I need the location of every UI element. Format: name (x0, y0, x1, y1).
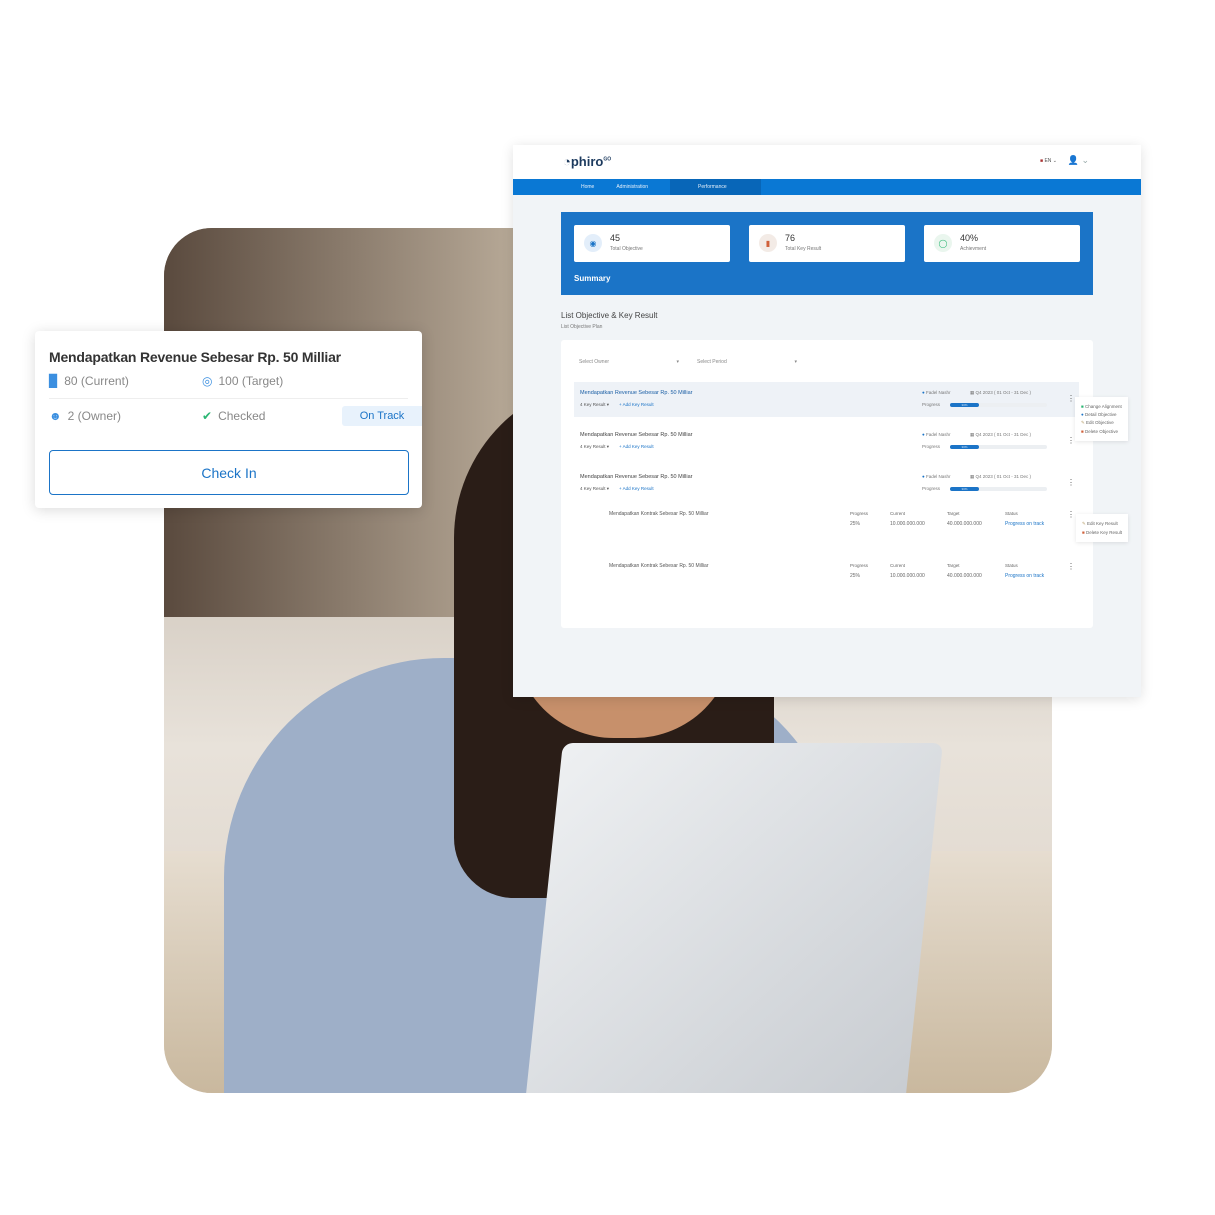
objective-list: Select Owner ▾ Select Period ▾ Mendapatkan… (561, 340, 1093, 628)
key-result-toggle[interactable]: 4 Key Result ▾ + Add Key Result (580, 486, 654, 492)
laptop (525, 743, 943, 1093)
key-result-row[interactable]: Mendapatkan Kontrak Sebesar Rp. 50 Milli… (574, 559, 1079, 599)
menu-change-alignment[interactable]: ■ Change Alignment (1081, 404, 1122, 409)
add-key-result-link[interactable]: + Add Key Result (619, 486, 654, 491)
period-select[interactable]: Select Period ▾ (697, 359, 797, 365)
key-result-toggle[interactable]: 4 Key Result ▾ + Add Key Result (580, 402, 654, 408)
list-title: List Objective & Key Result (561, 311, 658, 320)
language-select[interactable]: ■ EN ⌄ (1040, 158, 1057, 164)
progress-ring-icon: ◯ (934, 234, 952, 252)
card-title: Mendapatkan Revenue Sebesar Rp. 50 Milli… (49, 349, 341, 365)
stat-total-objective: ◉ 45 Total Objective (574, 225, 730, 262)
nav-home[interactable]: Home (581, 184, 594, 190)
objective-title[interactable]: Mendapatkan Revenue Sebesar Rp. 50 Milli… (580, 390, 693, 396)
owner: ● Fadel Nashr (922, 390, 951, 395)
objective-card: Mendapatkan Revenue Sebesar Rp. 50 Milli… (35, 331, 422, 508)
owner-select[interactable]: Select Owner ▾ (579, 359, 679, 365)
calendar-icon: ▦ (970, 390, 975, 395)
menu-edit-key-result[interactable]: ✎ Edit Key Result (1082, 521, 1122, 527)
list-subtitle: List Objective Plan (561, 324, 603, 330)
more-icon[interactable]: ⋮ (1067, 562, 1075, 571)
user-menu[interactable]: 👤 ⌄ (1068, 155, 1089, 166)
objective-row[interactable]: Mendapatkan Revenue Sebesar Rp. 50 Milli… (574, 382, 1079, 417)
key-result-context-menu: ✎ Edit Key Result ■ Delete Key Result (1076, 514, 1129, 542)
objective-row[interactable]: Mendapatkan Revenue Sebesar Rp. 50 Milli… (574, 466, 1079, 501)
owner: ● Fadel Nashr (922, 474, 951, 479)
check-in-button[interactable]: Check In (49, 450, 409, 495)
target-value: 100 (Target) (218, 374, 284, 388)
checked-status: Checked (218, 409, 266, 423)
more-icon[interactable]: ⋮ (1067, 510, 1075, 519)
progress-bar: 30% (950, 445, 1047, 449)
menu-edit-objective[interactable]: ✎ Edit Objective (1081, 420, 1122, 426)
more-icon[interactable]: ⋮ (1067, 436, 1075, 445)
logo[interactable]: ◔phiroGO (563, 154, 611, 169)
calendar-icon: ▦ (970, 474, 975, 479)
key-result-row[interactable]: Mendapatkan Kontrak Sebesar Rp. 50 Milli… (574, 507, 1079, 547)
target-icon: ◎ (202, 374, 213, 388)
add-key-result-link[interactable]: + Add Key Result (619, 444, 654, 449)
menu-delete-key-result[interactable]: ■ Delete Key Result (1082, 530, 1122, 535)
summary-title: Summary (574, 274, 611, 283)
period: ▦ Q4 2023 ( 01 Oct - 31 Dec ) (970, 390, 1032, 395)
user-icon: ☻ (49, 409, 62, 423)
objective-context-menu: ■ Change Alignment ● Detail Objective ✎ … (1075, 397, 1128, 441)
objective-title[interactable]: Mendapatkan Revenue Sebesar Rp. 50 Milli… (580, 432, 693, 438)
dashboard-window: ◔phiroGO ■ EN ⌄ 👤 ⌄ Home Administration … (513, 145, 1141, 697)
check-circle-icon: ✔ (202, 409, 213, 423)
period: ▦ Q4 2023 ( 01 Oct - 31 Dec ) (970, 474, 1032, 479)
owner-count: 2 (Owner) (67, 409, 121, 423)
nav-administration[interactable]: Administration (616, 184, 648, 190)
objective-title[interactable]: Mendapatkan Revenue Sebesar Rp. 50 Milli… (580, 474, 693, 480)
key-result-toggle[interactable]: 4 Key Result ▾ + Add Key Result (580, 444, 654, 450)
stat-total-key-result: ▮ 76 Total Key Result (749, 225, 905, 262)
user-icon: ● (922, 474, 925, 479)
current-value: 80 (Current) (64, 374, 129, 388)
progress-bar: 30% (950, 487, 1047, 491)
calendar-icon: ▦ (970, 432, 975, 437)
bar-chart-icon: ▉ (49, 374, 59, 388)
more-icon[interactable]: ⋮ (1067, 394, 1075, 403)
add-key-result-link[interactable]: + Add Key Result (619, 402, 654, 407)
flag-icon: ■ (1040, 158, 1044, 164)
period: ▦ Q4 2023 ( 01 Oct - 31 Dec ) (970, 432, 1032, 437)
nav-performance[interactable]: Performance (670, 179, 761, 195)
bar-chart-icon: ▮ (759, 234, 777, 252)
main-nav: Home Administration Performance (513, 179, 1141, 195)
progress-bar: 30% (950, 403, 1047, 407)
user-icon: ● (922, 390, 925, 395)
menu-delete-objective[interactable]: ■ Delete Objective (1081, 429, 1122, 434)
target-icon: ◉ (584, 234, 602, 252)
objective-row[interactable]: Mendapatkan Revenue Sebesar Rp. 50 Milli… (574, 424, 1079, 459)
more-icon[interactable]: ⋮ (1067, 478, 1075, 487)
user-icon: 👤 (1067, 155, 1079, 165)
user-icon: ● (922, 432, 925, 437)
status-badge: On Track (342, 406, 422, 426)
stat-achievement: ◯ 40% Achievment (924, 225, 1080, 262)
summary-panel: ◉ 45 Total Objective ▮ 76 Total Key Result ◯… (561, 212, 1093, 295)
owner: ● Fadel Nashr (922, 432, 951, 437)
menu-detail-objective[interactable]: ● Detail Objective (1081, 412, 1122, 417)
